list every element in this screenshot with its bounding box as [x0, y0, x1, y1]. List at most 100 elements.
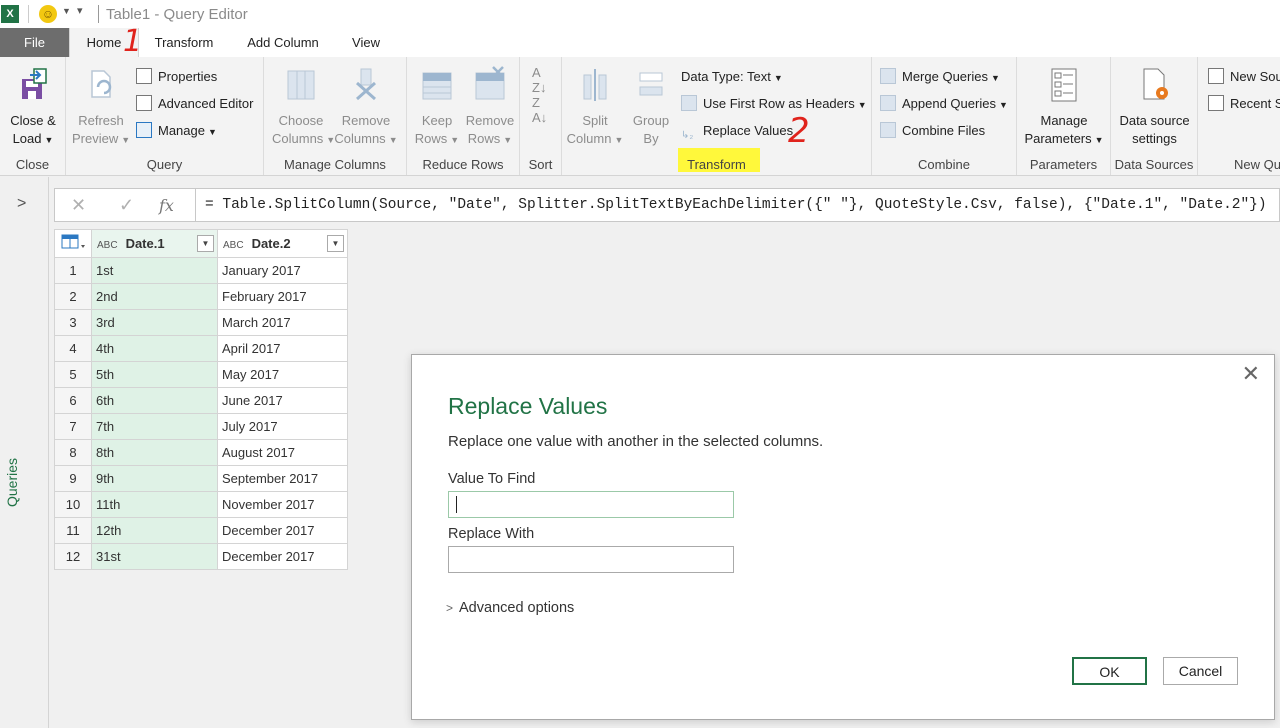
cell-date2[interactable]: April 2017: [217, 335, 348, 362]
formula-text[interactable]: = Table.SplitColumn(Source, "Date", Spli…: [205, 197, 1267, 213]
cell-date1[interactable]: 12th: [91, 517, 218, 544]
cell-date1[interactable]: 1st: [91, 257, 218, 284]
cell-date2[interactable]: December 2017: [217, 517, 348, 544]
table-row[interactable]: 1 1st January 2017: [54, 257, 348, 284]
cell-date2[interactable]: July 2017: [217, 413, 348, 440]
cell-date2[interactable]: December 2017: [217, 543, 348, 570]
table-menu-corner[interactable]: [54, 229, 92, 258]
cell-date1[interactable]: 5th: [91, 361, 218, 388]
append-queries-button[interactable]: Append Queries ▼: [880, 94, 1008, 114]
chevron-down-icon[interactable]: ▼: [62, 6, 71, 16]
row-number[interactable]: 10: [54, 491, 92, 518]
cell-date2[interactable]: June 2017: [217, 387, 348, 414]
cell-date1[interactable]: 31st: [91, 543, 218, 570]
cell-date1[interactable]: 2nd: [91, 283, 218, 310]
advanced-options-toggle[interactable]: > Advanced options: [446, 600, 574, 616]
cell-date1[interactable]: 3rd: [91, 309, 218, 336]
recent-sources-button[interactable]: Recent S: [1208, 94, 1280, 114]
group-transform: Split Column ▼ Group By Data Type: Text ▼ …: [562, 57, 872, 175]
customize-toolbar-icon[interactable]: ▾: [77, 4, 83, 17]
row-number[interactable]: 12: [54, 543, 92, 570]
table-row[interactable]: 6 6th June 2017: [54, 387, 348, 414]
row-number[interactable]: 6: [54, 387, 92, 414]
cell-date2[interactable]: September 2017: [217, 465, 348, 492]
column-header-date1[interactable]: ABC Date.1 ▼: [91, 229, 218, 258]
merge-queries-button[interactable]: Merge Queries ▼: [880, 67, 1000, 87]
table-row[interactable]: 2 2nd February 2017: [54, 283, 348, 310]
cell-date1[interactable]: 9th: [91, 465, 218, 492]
tab-view[interactable]: View: [343, 28, 389, 57]
replace-with-input[interactable]: [448, 546, 734, 573]
manage-button[interactable]: Manage ▼: [136, 121, 217, 141]
fx-icon[interactable]: fx: [159, 196, 174, 215]
cell-date2[interactable]: February 2017: [217, 283, 348, 310]
refresh-preview-button[interactable]: Refresh Preview ▼: [72, 65, 130, 149]
choose-columns-button[interactable]: Choose Columns ▼: [272, 65, 335, 149]
tab-add-column[interactable]: Add Column: [238, 28, 328, 57]
text-type-icon[interactable]: ABC: [97, 240, 118, 251]
filter-dropdown-icon[interactable]: ▼: [197, 235, 214, 252]
close-icon[interactable]: ✕: [1242, 361, 1260, 387]
queries-pane-label[interactable]: Queries: [4, 458, 20, 507]
cell-date2[interactable]: January 2017: [217, 257, 348, 284]
table-row[interactable]: 12 31st December 2017: [54, 543, 348, 570]
cell-date1[interactable]: 8th: [91, 439, 218, 466]
table-row[interactable]: 8 8th August 2017: [54, 439, 348, 466]
remove-rows-icon: [475, 66, 505, 100]
row-number[interactable]: 1: [54, 257, 92, 284]
use-first-row-headers-button[interactable]: Use First Row as Headers ▼: [681, 94, 867, 114]
sort-ascending-icon[interactable]: A Z↓: [532, 65, 546, 95]
keep-rows-button[interactable]: Keep Rows ▼: [411, 65, 463, 149]
row-number[interactable]: 11: [54, 517, 92, 544]
tab-transform[interactable]: Transform: [145, 28, 223, 57]
data-type-dropdown[interactable]: Data Type: Text ▼: [681, 67, 783, 87]
row-number[interactable]: 2: [54, 283, 92, 310]
remove-columns-button[interactable]: Remove Columns ▼: [334, 65, 398, 149]
table-row[interactable]: 4 4th April 2017: [54, 335, 348, 362]
properties-button[interactable]: Properties: [136, 67, 217, 87]
cell-date1[interactable]: 11th: [91, 491, 218, 518]
cell-date2[interactable]: March 2017: [217, 309, 348, 336]
group-by-button[interactable]: Group By: [626, 65, 676, 148]
text-type-icon[interactable]: ABC: [223, 240, 244, 251]
row-number[interactable]: 9: [54, 465, 92, 492]
manage-parameters-button[interactable]: Manage Parameters ▼: [1023, 65, 1105, 149]
row-number[interactable]: 8: [54, 439, 92, 466]
row-number[interactable]: 5: [54, 361, 92, 388]
table-row[interactable]: 11 12th December 2017: [54, 517, 348, 544]
confirm-formula-icon[interactable]: ✓: [119, 195, 134, 216]
replace-values-button[interactable]: ↳₂ Replace Values: [681, 121, 793, 141]
cell-date1[interactable]: 7th: [91, 413, 218, 440]
cancel-formula-icon[interactable]: ✕: [71, 195, 86, 216]
chevron-right-icon[interactable]: >: [17, 195, 26, 213]
combine-files-icon: [880, 122, 896, 138]
cell-date2[interactable]: May 2017: [217, 361, 348, 388]
value-to-find-input[interactable]: [448, 491, 734, 518]
row-number[interactable]: 3: [54, 309, 92, 336]
table-row[interactable]: 9 9th September 2017: [54, 465, 348, 492]
cancel-button[interactable]: Cancel: [1163, 657, 1238, 685]
column-header-date2[interactable]: ABC Date.2 ▼: [217, 229, 348, 258]
close-load-button[interactable]: Close & Load ▼: [4, 65, 62, 149]
tab-file[interactable]: File: [0, 28, 69, 57]
sort-descending-icon[interactable]: Z A↓: [532, 95, 547, 125]
new-source-button[interactable]: New Sou: [1208, 67, 1280, 87]
table-row[interactable]: 5 5th May 2017: [54, 361, 348, 388]
table-row[interactable]: 10 11th November 2017: [54, 491, 348, 518]
row-number[interactable]: 4: [54, 335, 92, 362]
table-row[interactable]: 3 3rd March 2017: [54, 309, 348, 336]
data-source-settings-button[interactable]: Data source settings: [1113, 65, 1196, 148]
cell-date2[interactable]: November 2017: [217, 491, 348, 518]
row-number[interactable]: 7: [54, 413, 92, 440]
cell-date1[interactable]: 6th: [91, 387, 218, 414]
ok-button[interactable]: OK: [1072, 657, 1147, 685]
filter-dropdown-icon[interactable]: ▼: [327, 235, 344, 252]
remove-rows-button[interactable]: Remove Rows ▼: [463, 65, 517, 149]
cell-date1[interactable]: 4th: [91, 335, 218, 362]
cell-date2[interactable]: August 2017: [217, 439, 348, 466]
combine-files-button[interactable]: Combine Files: [880, 121, 985, 141]
smiley-feedback-icon[interactable]: ☺: [39, 5, 57, 23]
table-row[interactable]: 7 7th July 2017: [54, 413, 348, 440]
split-column-button[interactable]: Split Column ▼: [566, 65, 624, 149]
advanced-editor-button[interactable]: Advanced Editor: [136, 94, 253, 114]
